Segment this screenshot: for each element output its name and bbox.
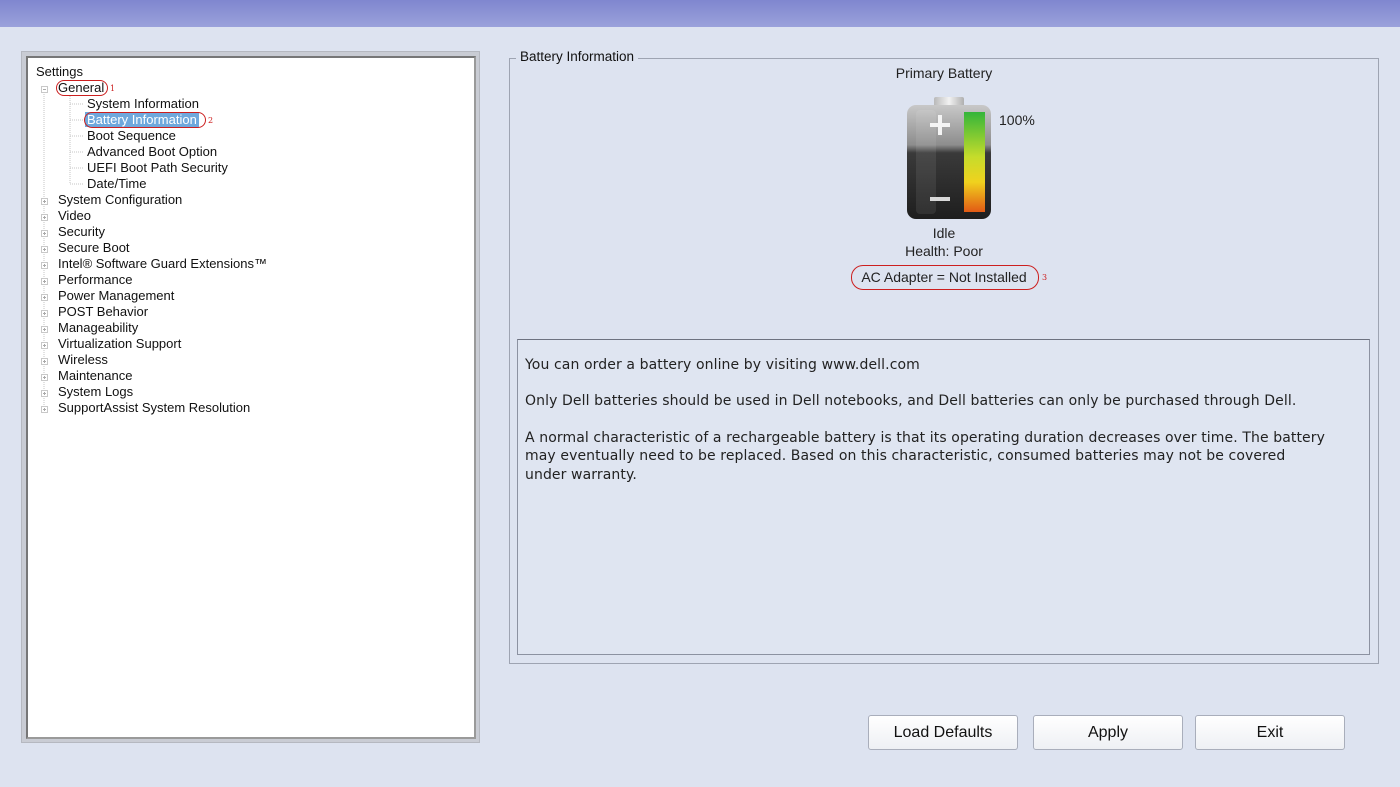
tree-item-label: SupportAssist System Resolution	[58, 400, 251, 415]
tree-expand-icon[interactable]	[41, 198, 48, 205]
info-order-text: You can order a battery online by visiti…	[525, 357, 920, 373]
tree-item-label: Virtualization Support	[58, 336, 182, 351]
tree-expand-icon[interactable]	[41, 358, 48, 365]
tree-item-supportassist-system-resolution[interactable]: SupportAssist System Resolution	[58, 400, 250, 416]
info-dell-batteries-text: Only Dell batteries should be used in De…	[525, 393, 1297, 409]
tree-item-label: Security	[58, 224, 105, 239]
top-bar	[0, 0, 1400, 27]
tree-item-label: Video	[58, 208, 92, 223]
tree-item-label: Wireless	[58, 352, 108, 367]
tree-item-power-management[interactable]: Power Management	[58, 288, 174, 304]
annotation-oval-battery-info	[84, 112, 206, 128]
tree-expand-icon[interactable]	[41, 230, 48, 237]
tree-item-label: Power Management	[58, 288, 175, 303]
battery-health: Health: Poor	[905, 243, 983, 259]
load-defaults-button[interactable]: Load Defaults	[868, 715, 1018, 750]
tree-expand-icon[interactable]	[41, 406, 48, 413]
tree-expand-icon[interactable]	[41, 310, 48, 317]
annotation-number: 3	[1042, 273, 1048, 282]
apply-button[interactable]: Apply	[1033, 715, 1183, 750]
tree-item-video[interactable]: Video	[58, 208, 91, 224]
tree-expand-icon[interactable]	[41, 374, 48, 381]
tree-item-label: System Information	[87, 96, 199, 111]
tree-expand-icon[interactable]	[41, 294, 48, 301]
tree-expand-icon[interactable]	[41, 246, 48, 253]
tree-item-post-behavior[interactable]: POST Behavior	[58, 304, 148, 320]
battery-info-textbox	[517, 339, 1370, 655]
tree-expand-icon[interactable]	[41, 262, 48, 269]
tree-item-security[interactable]: Security	[58, 224, 105, 240]
battery-state: Idle	[932, 225, 956, 241]
annotation-oval-ac-adapter	[851, 265, 1039, 290]
tree-item-virtualization-support[interactable]: Virtualization Support	[58, 336, 181, 352]
tree-item-label: Date/Time	[87, 176, 147, 191]
tree-root-settings: Settings	[36, 64, 83, 79]
tree-item-manageability[interactable]: Manageability	[58, 320, 138, 336]
tree-item-label: POST Behavior	[58, 304, 149, 319]
tree-expand-icon[interactable]	[41, 326, 48, 333]
info-characteristic-text: A normal characteristic of a rechargeabl…	[525, 430, 1326, 483]
exit-button[interactable]: Exit	[1195, 715, 1345, 750]
tree-item-label: Boot Sequence	[87, 128, 176, 143]
annotation-oval-general	[56, 80, 108, 96]
tree-item-intel-software-guard-extensions[interactable]: Intel® Software Guard Extensions™	[58, 256, 267, 272]
tree-expand-icon[interactable]	[41, 278, 48, 285]
tree-item-label: Maintenance	[58, 368, 133, 383]
annotation-number: 2	[208, 116, 214, 125]
tree-item-date-time[interactable]: Date/Time	[87, 176, 146, 192]
tree-collapse-icon[interactable]	[41, 86, 48, 93]
battery-charge-percent: 100%	[999, 112, 1035, 128]
tree-item-label: System Logs	[58, 384, 134, 399]
tree-item-label: Intel® Software Guard Extensions™	[58, 256, 268, 271]
tree-item-performance[interactable]: Performance	[58, 272, 132, 288]
tree-item-label: Advanced Boot Option	[87, 144, 218, 159]
tree-item-advanced-boot-option[interactable]: Advanced Boot Option	[87, 144, 217, 160]
battery-icon	[907, 97, 991, 219]
tree-item-system-information[interactable]: System Information	[87, 96, 199, 112]
tree-item-label: Manageability	[58, 320, 139, 335]
tree-item-maintenance[interactable]: Maintenance	[58, 368, 132, 384]
tree-item-label: Secure Boot	[58, 240, 130, 255]
tree-item-system-logs[interactable]: System Logs	[58, 384, 133, 400]
tree-item-uefi-boot-path-security[interactable]: UEFI Boot Path Security	[87, 160, 228, 176]
tree-item-system-configuration[interactable]: System Configuration	[58, 192, 182, 208]
annotation-number: 1	[110, 84, 116, 93]
tree-item-label: UEFI Boot Path Security	[87, 160, 228, 175]
tree-item-label: System Configuration	[58, 192, 183, 207]
tree-item-wireless[interactable]: Wireless	[58, 352, 108, 368]
tree-expand-icon[interactable]	[41, 390, 48, 397]
group-title: Battery Information	[516, 49, 639, 65]
tree-item-label: Performance	[58, 272, 133, 287]
tree-item-boot-sequence[interactable]: Boot Sequence	[87, 128, 176, 144]
primary-battery-heading: Primary Battery	[895, 65, 993, 81]
tree-expand-icon[interactable]	[41, 214, 48, 221]
tree-item-secure-boot[interactable]: Secure Boot	[58, 240, 130, 256]
tree-expand-icon[interactable]	[41, 342, 48, 349]
